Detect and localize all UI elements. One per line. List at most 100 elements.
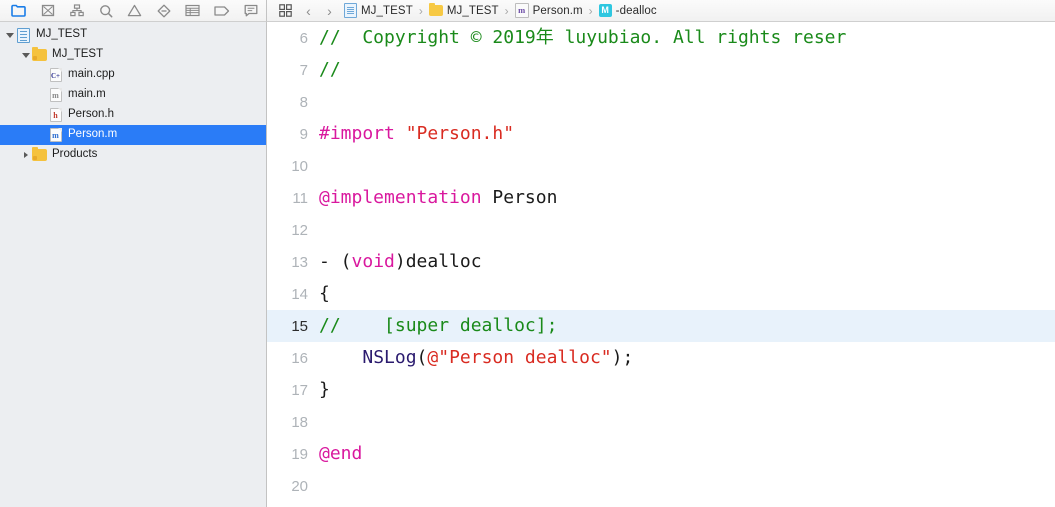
disclosure-triangle-icon[interactable] (20, 50, 31, 61)
code-token-plain: ( (416, 347, 428, 368)
objc-file-icon: m (48, 88, 63, 102)
code-line[interactable]: 20 (267, 470, 1055, 502)
tree-item-label: main.m (68, 88, 106, 101)
main-content-row: MJ_TEST MJ_TEST C+ main.cpp m main.m h P… (0, 22, 1055, 507)
code-line[interactable]: 8 (267, 86, 1055, 118)
project-document-icon (344, 3, 357, 18)
breadcrumb-item-project[interactable]: MJ_TEST (344, 3, 413, 18)
tree-item-label: Products (52, 148, 98, 161)
code-token-fn: NSLog (362, 347, 417, 368)
breadcrumb-label: Person.m (532, 4, 583, 17)
code-line[interactable]: 14 { (267, 278, 1055, 310)
line-number: 9 (299, 125, 308, 143)
tree-item-group-products[interactable]: Products (0, 145, 266, 165)
tree-item-file-person-m[interactable]: m Person.m (0, 125, 266, 145)
warning-triangle-icon[interactable] (120, 1, 149, 21)
code-text: { (319, 278, 330, 310)
xcode-window: ‹ › MJ_TEST › MJ_TEST › m Person.m › M -… (0, 0, 1055, 507)
code-text: - (void)dealloc (319, 246, 482, 278)
line-number: 10 (291, 157, 308, 175)
code-line[interactable]: 6 // Copyright © 2019年 luyubiao. All righ… (267, 22, 1055, 54)
breadcrumb-item-group[interactable]: MJ_TEST (428, 3, 499, 17)
code-line[interactable]: 19 @end (267, 438, 1055, 470)
code-token-plain: )dealloc (394, 251, 482, 272)
tree-item-project[interactable]: MJ_TEST (0, 25, 266, 45)
line-number: 6 (299, 29, 308, 47)
objc-file-icon: m (48, 128, 63, 142)
breadcrumb-item-symbol[interactable]: M -dealloc (598, 4, 657, 17)
back-button[interactable]: ‹ (298, 4, 319, 18)
code-line[interactable]: 11 @implementation Person (267, 182, 1055, 214)
tree-item-group-mj-test[interactable]: MJ_TEST (0, 45, 266, 65)
disclosure-triangle-icon[interactable] (4, 30, 15, 41)
line-number: 14 (291, 285, 308, 303)
code-text: // Copyright © 2019年 luyubiao. All right… (319, 22, 846, 54)
line-number: 18 (291, 413, 308, 431)
tree-item-file-main-m[interactable]: m main.m (0, 85, 266, 105)
folder-icon[interactable] (4, 1, 33, 21)
code-token-key: @end (319, 443, 363, 464)
code-token-plain: } (319, 379, 330, 400)
disclosure-triangle-icon[interactable] (20, 150, 31, 161)
code-text: } (319, 374, 330, 406)
line-number: 20 (291, 477, 308, 495)
method-badge-icon: M (598, 4, 612, 17)
folder-icon (428, 3, 443, 16)
breakpoint-tag-icon[interactable] (207, 1, 236, 21)
tree-item-label: main.cpp (68, 68, 115, 81)
header-file-icon: h (48, 108, 63, 122)
search-icon[interactable] (91, 1, 120, 21)
test-diamond-icon[interactable] (149, 1, 178, 21)
code-token-plain: ); (611, 347, 634, 368)
source-control-icon[interactable] (33, 1, 62, 21)
cpp-file-icon: C+ (48, 68, 63, 82)
tree-item-label: MJ_TEST (36, 28, 88, 41)
forward-button[interactable]: › (319, 4, 340, 18)
breadcrumb: MJ_TEST › MJ_TEST › m Person.m › M -deal… (344, 3, 657, 18)
code-line[interactable]: 9 #import "Person.h" (267, 118, 1055, 150)
code-token-str: @"Person dealloc" (427, 347, 612, 368)
breadcrumb-separator: › (588, 3, 593, 18)
code-line[interactable]: 12 (267, 214, 1055, 246)
tree-item-label: MJ_TEST (52, 48, 104, 61)
breadcrumb-label: -dealloc (615, 4, 657, 17)
code-text: @implementation Person (319, 182, 557, 214)
code-line-active[interactable]: 15 // [super dealloc]; (267, 310, 1055, 342)
navigator-selector-bar (0, 0, 267, 22)
line-number: 12 (291, 221, 308, 239)
code-token-comment: // [super dealloc]; (319, 315, 558, 336)
code-line[interactable]: 10 (267, 150, 1055, 182)
code-token-plain: { (319, 283, 330, 304)
code-token-comment: // Copyright © 2019年 luyubiao. All right… (319, 27, 847, 48)
report-message-icon[interactable] (236, 1, 265, 21)
symbol-hierarchy-icon[interactable] (62, 1, 91, 21)
code-token-key: @implementation (319, 187, 482, 208)
breadcrumb-item-file[interactable]: m Person.m (514, 3, 583, 18)
tree-item-file-main-cpp[interactable]: C+ main.cpp (0, 65, 266, 85)
related-items-icon[interactable] (272, 4, 298, 17)
code-line[interactable]: 13 - (void)dealloc (267, 246, 1055, 278)
code-line[interactable]: 17} (267, 374, 1055, 406)
line-number: 16 (291, 349, 308, 367)
code-token-comment: // (319, 59, 341, 80)
line-number: 15 (291, 317, 308, 335)
tree-item-file-person-h[interactable]: h Person.h (0, 105, 266, 125)
code-token-key: #import (319, 123, 395, 144)
line-number: 17 (291, 381, 308, 399)
breadcrumb-label: MJ_TEST (446, 4, 499, 17)
code-line[interactable]: 16 NSLog(@"Person dealloc"); (267, 342, 1055, 374)
folder-icon (32, 46, 47, 61)
breadcrumb-label: MJ_TEST (361, 4, 413, 17)
code-token-plain: Person (481, 187, 558, 208)
code-token-key: void (351, 251, 395, 272)
code-line[interactable]: 7 // (267, 54, 1055, 86)
line-number: 11 (292, 189, 308, 207)
source-code-editor[interactable]: 6 // Copyright © 2019年 luyubiao. All righ… (267, 22, 1055, 507)
code-line[interactable]: 18 (267, 406, 1055, 438)
debug-list-icon[interactable] (178, 1, 207, 21)
tree-item-label: Person.h (68, 108, 115, 121)
line-number: 7 (299, 61, 308, 79)
